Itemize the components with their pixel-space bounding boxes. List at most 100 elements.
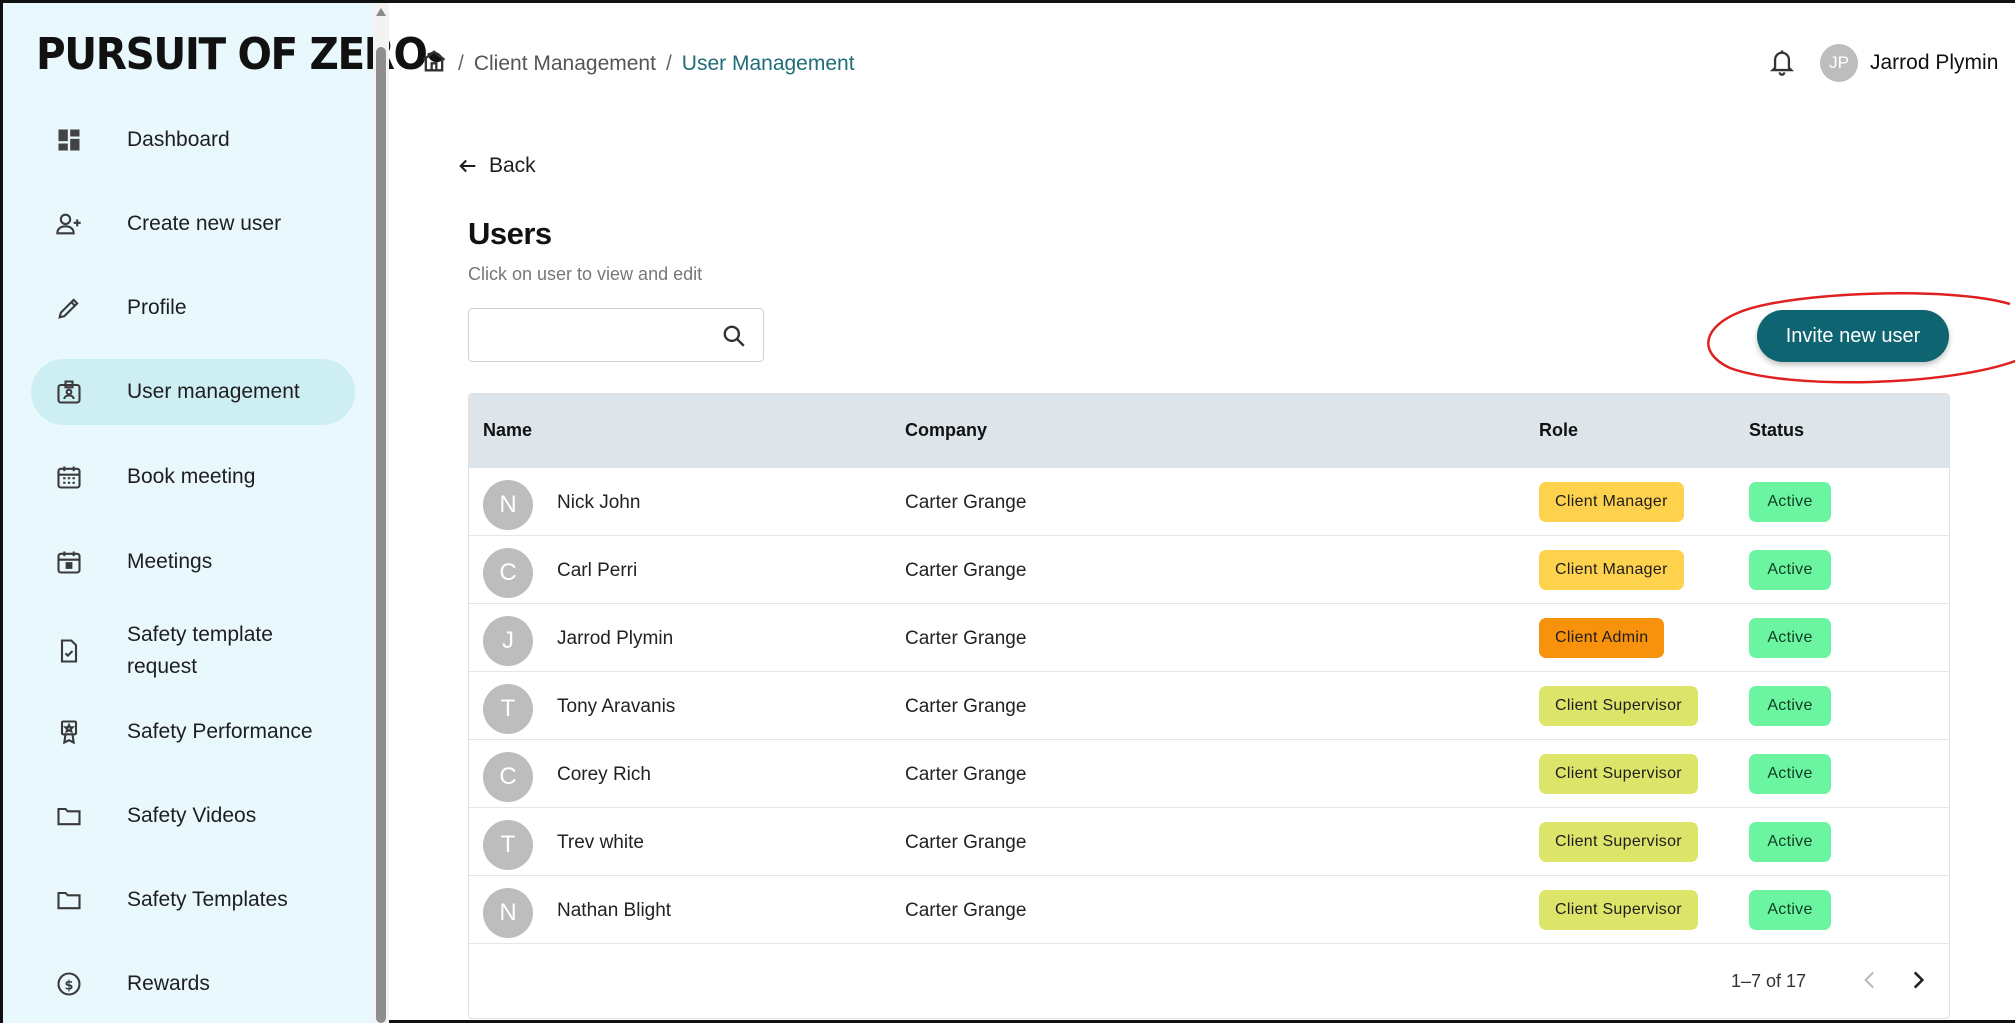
folder-icon <box>53 800 85 832</box>
back-label: Back <box>489 154 536 177</box>
search-input[interactable] <box>481 319 711 351</box>
column-header-company[interactable]: Company <box>905 420 987 441</box>
page-title: Users <box>468 216 552 251</box>
role-badge: Client Admin <box>1539 618 1665 658</box>
back-button[interactable]: Back <box>457 154 536 178</box>
sidebar-item-safety-template-request[interactable]: Safety template request <box>31 613 355 689</box>
scroll-thumb[interactable] <box>376 47 386 1023</box>
calendar-grid-icon <box>53 461 85 493</box>
user-name-cell: Nathan Blight <box>557 900 672 921</box>
status-badge: Active <box>1749 550 1831 590</box>
sidebar-item-dashboard[interactable]: Dashboard <box>31 107 355 173</box>
sidebar-item-label: Rewards <box>127 972 210 995</box>
sidebar-item-label: Safety Performance <box>127 720 313 743</box>
role-badge: Client Supervisor <box>1539 890 1698 930</box>
role-badge: Client Manager <box>1539 550 1684 590</box>
sidebar-item-meetings[interactable]: Meetings <box>31 529 355 595</box>
dashboard-icon <box>53 124 85 156</box>
user-name-cell: Trev white <box>557 832 644 853</box>
sidebar-item-safety-templates[interactable]: Safety Templates <box>31 867 355 933</box>
table-header: Name Company Role Status <box>469 394 1949 468</box>
status-badge: Active <box>1749 822 1831 862</box>
role-badge: Client Supervisor <box>1539 686 1698 726</box>
home-icon[interactable] <box>420 47 448 81</box>
pencil-icon <box>53 292 85 324</box>
breadcrumb-client-management[interactable]: Client Management <box>474 52 656 76</box>
status-badge: Active <box>1749 890 1831 930</box>
scroll-up-arrow-icon[interactable] <box>376 8 386 16</box>
user-avatar: C <box>483 548 533 598</box>
column-header-role[interactable]: Role <box>1539 420 1578 441</box>
user-avatar: N <box>483 888 533 938</box>
table-row[interactable]: T Trev white Carter Grange Client Superv… <box>469 808 1949 876</box>
users-table: Name Company Role Status N Nick John Car… <box>468 393 1950 1019</box>
status-badge: Active <box>1749 686 1831 726</box>
sidebar-item-label: User management <box>127 380 300 403</box>
folder-icon <box>53 884 85 916</box>
user-name-cell: Nick John <box>557 492 641 513</box>
breadcrumb: / Client Management / User Management <box>420 47 855 81</box>
sidebar-item-profile[interactable]: Profile <box>31 275 355 341</box>
top-bar: / Client Management / User Management JP… <box>390 3 2015 121</box>
sidebar-item-book-meeting[interactable]: Book meeting <box>31 444 355 510</box>
bell-icon[interactable] <box>1768 47 1796 79</box>
table-row[interactable]: N Nick John Carter Grange Client Manager… <box>469 468 1949 536</box>
role-badge: Client Manager <box>1539 482 1684 522</box>
table-row[interactable]: N Nathan Blight Carter Grange Client Sup… <box>469 876 1949 944</box>
sidebar-item-safety-videos[interactable]: Safety Videos <box>31 783 355 849</box>
sidebar-item-label: Create new user <box>127 212 282 235</box>
search-icon[interactable] <box>721 323 747 349</box>
chevron-right-icon[interactable] <box>1905 967 1933 995</box>
table-row[interactable]: C Corey Rich Carter Grange Client Superv… <box>469 740 1949 808</box>
user-avatar: J <box>483 616 533 666</box>
sidebar: PURSUIT OF ZERO Dashboard Create new use… <box>3 3 443 1023</box>
sidebar-item-label: Profile <box>127 296 187 319</box>
company-cell: Carter Grange <box>905 560 1027 581</box>
sidebar-item-label: request <box>127 655 198 678</box>
table-row[interactable]: C Carl Perri Carter Grange Client Manage… <box>469 536 1949 604</box>
role-badge: Client Supervisor <box>1539 822 1698 862</box>
arrow-left-icon <box>459 159 476 173</box>
invite-new-user-button[interactable]: Invite new user <box>1757 310 1949 362</box>
column-header-status[interactable]: Status <box>1749 420 1804 441</box>
user-avatar: T <box>483 684 533 734</box>
breadcrumb-user-management: User Management <box>681 52 855 75</box>
user-avatar: T <box>483 820 533 870</box>
sidebar-item-safety-performance[interactable]: Safety Performance <box>31 699 355 765</box>
breadcrumb-separator: / <box>458 52 464 75</box>
company-cell: Carter Grange <box>905 900 1027 921</box>
user-name-cell: Carl Perri <box>557 560 638 581</box>
column-header-name[interactable]: Name <box>483 420 532 441</box>
status-badge: Active <box>1749 618 1831 658</box>
company-cell: Carter Grange <box>905 832 1027 853</box>
role-badge: Client Supervisor <box>1539 754 1698 794</box>
sidebar-item-user-management[interactable]: User management <box>31 359 355 425</box>
table-row[interactable]: T Tony Aravanis Carter Grange Client Sup… <box>469 672 1949 740</box>
user-name-cell: Corey Rich <box>557 764 651 785</box>
sidebar-scrollbar[interactable] <box>373 3 389 1023</box>
sidebar-item-label: Book meeting <box>127 465 256 488</box>
status-badge: Active <box>1749 482 1831 522</box>
pagination: 1–7 of 17 <box>469 945 1949 1017</box>
sidebar-item-label: Meetings <box>127 550 213 573</box>
user-name[interactable]: Jarrod Plymin <box>1870 51 1998 75</box>
svg-text:$: $ <box>65 978 74 993</box>
search-box[interactable] <box>468 308 764 362</box>
user-name-cell: Jarrod Plymin <box>557 628 674 649</box>
company-cell: Carter Grange <box>905 764 1027 785</box>
person-add-icon <box>53 208 85 240</box>
award-icon <box>53 716 85 748</box>
company-cell: Carter Grange <box>905 696 1027 717</box>
sidebar-item-label: Dashboard <box>127 128 230 151</box>
company-cell: Carter Grange <box>905 628 1027 649</box>
status-badge: Active <box>1749 754 1831 794</box>
sidebar-item-label: Safety Videos <box>127 804 257 827</box>
user-avatar[interactable]: JP <box>1820 44 1858 82</box>
user-name-cell: Tony Aravanis <box>557 696 676 717</box>
sidebar-item-create-new-user[interactable]: Create new user <box>31 191 355 257</box>
table-row[interactable]: J Jarrod Plymin Carter Grange Client Adm… <box>469 604 1949 672</box>
id-card-icon <box>53 376 85 408</box>
chevron-left-icon[interactable] <box>1857 967 1885 995</box>
sidebar-item-rewards[interactable]: $ Rewards <box>31 951 355 1017</box>
dollar-coin-icon: $ <box>53 968 85 1000</box>
